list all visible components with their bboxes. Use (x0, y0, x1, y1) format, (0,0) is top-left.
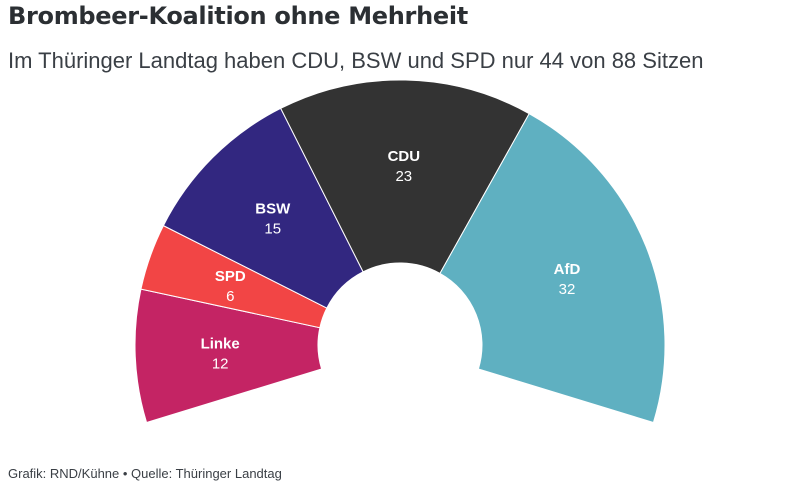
label-cdu-name: CDU (388, 148, 421, 165)
chart-title: Brombeer-Koalition ohne Mehrheit (8, 2, 468, 30)
source-credit: Grafik: RND/Kühne • Quelle: Thüringer La… (8, 466, 282, 481)
label-afd-seats: 32 (559, 281, 576, 298)
label-spd-seats: 6 (226, 288, 234, 305)
chart-subtitle: Im Thüringer Landtag haben CDU, BSW und … (8, 48, 704, 73)
label-linke-name: Linke (201, 336, 240, 353)
parliament-chart: Linke 12 SPD 6 BSW 15 CDU 23 AfD 32 (134, 80, 666, 424)
label-cdu-seats: 23 (395, 168, 412, 185)
label-bsw-name: BSW (255, 201, 291, 218)
label-spd-name: SPD (215, 268, 246, 285)
label-linke-seats: 12 (212, 356, 229, 373)
label-bsw-seats: 15 (264, 221, 281, 238)
label-afd-name: AfD (554, 261, 581, 278)
